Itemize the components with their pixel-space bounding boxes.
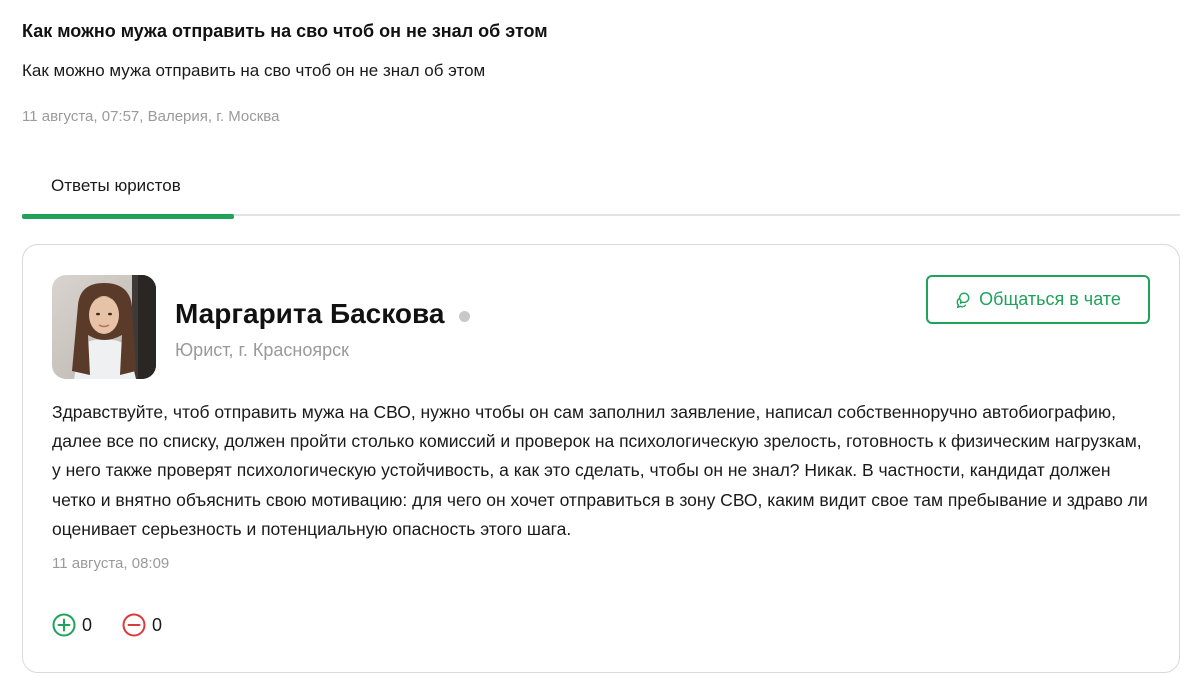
- lawyer-photo: [52, 275, 156, 379]
- tab-label: Ответы юристов: [51, 176, 181, 195]
- question-meta: 11 августа, 07:57, Валерия, г. Москва: [22, 108, 280, 125]
- upvote-button[interactable]: 0: [52, 613, 92, 637]
- avatar[interactable]: [52, 275, 156, 379]
- tabs-bar: Ответы юристов: [22, 166, 1180, 219]
- downvote-count: 0: [152, 614, 163, 635]
- plus-circle-icon: [52, 613, 76, 637]
- question-body: Как можно мужа отправить на сво чтоб он …: [22, 61, 486, 80]
- chat-bubbles-icon: [956, 291, 970, 308]
- online-status-indicator: [459, 311, 470, 322]
- page: Как можно мужа отправить на сво чтоб он …: [0, 0, 1200, 696]
- answer-date: 11 августа, 08:09: [52, 555, 170, 572]
- chat-button-label: Общаться в чате: [979, 289, 1121, 309]
- upvote-count: 0: [82, 614, 93, 635]
- lawyer-name[interactable]: Маргарита Баскова: [175, 298, 444, 330]
- answer-text: Здравствуйте, чтоб отправить мужа на СВО…: [52, 402, 1148, 539]
- chat-button[interactable]: Общаться в чате: [926, 275, 1150, 324]
- question-title: Как можно мужа отправить на сво чтоб он …: [22, 21, 548, 41]
- downvote-button[interactable]: 0: [122, 613, 162, 637]
- answer-card: Маргарита Баскова Юрист, г. Красноярск О…: [22, 244, 1180, 673]
- minus-circle-icon: [122, 613, 146, 637]
- active-tab-indicator: [22, 214, 234, 219]
- tab-lawyer-answers[interactable]: Ответы юристов: [22, 166, 234, 219]
- lawyer-role: Юрист, г. Красноярск: [175, 340, 349, 360]
